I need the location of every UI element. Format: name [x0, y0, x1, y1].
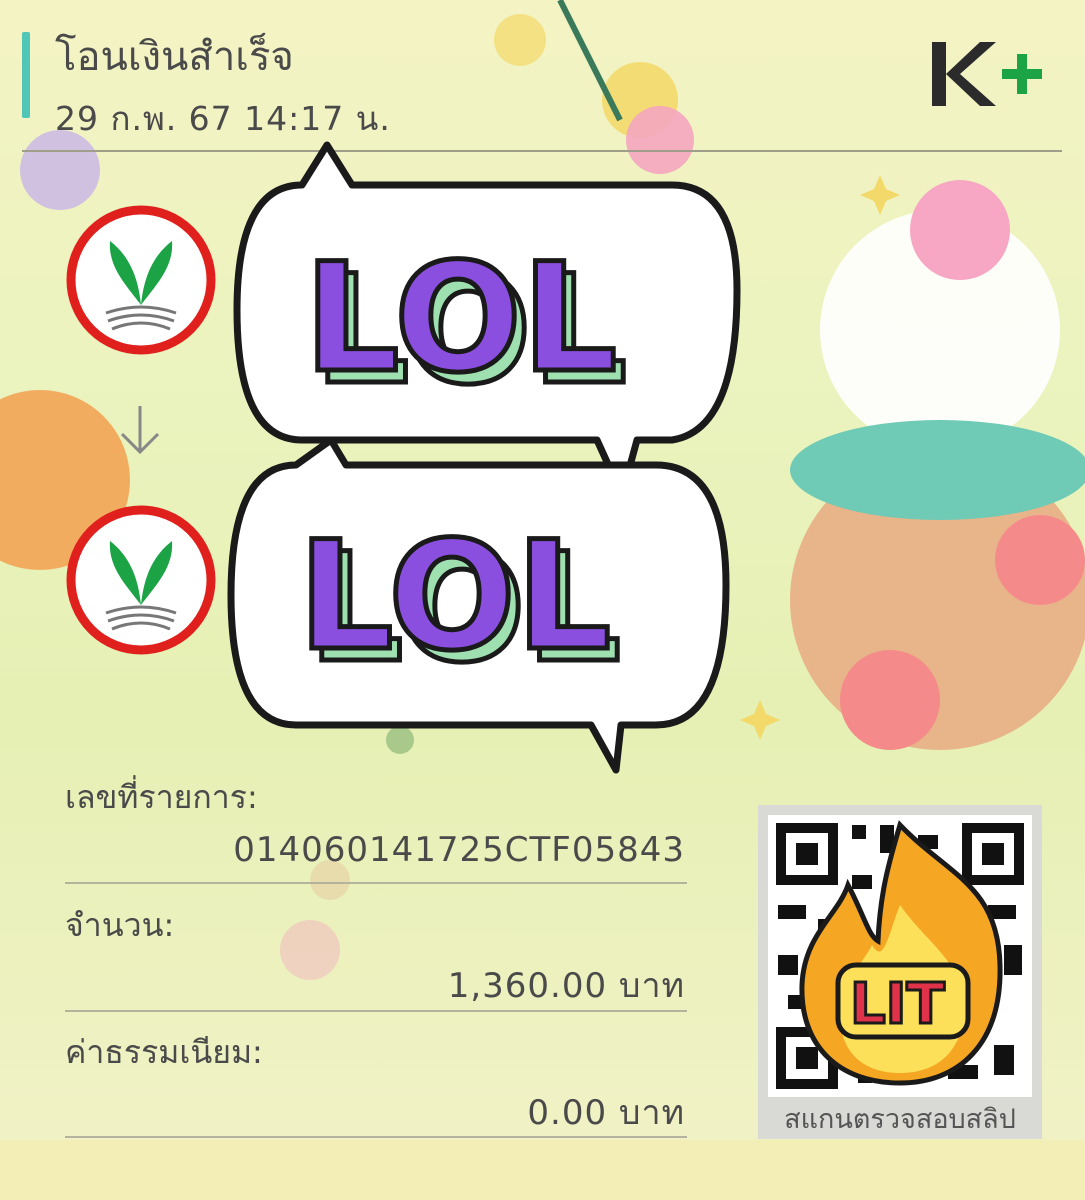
row-divider [65, 1010, 687, 1012]
reference-label: เลขที่รายการ: [65, 778, 258, 816]
qr-code-icon[interactable]: LIT [768, 815, 1032, 1097]
lol-text: LOL [304, 232, 617, 406]
page-title: โอนเงินสำเร็จ [55, 34, 294, 80]
lol-speech-bubble-sticker: LOL LOL [227, 436, 730, 774]
transaction-datetime: 29 ก.พ. 67 14:17 น. [55, 99, 391, 138]
amount-value: 1,360.00 บาท [447, 966, 685, 1006]
qr-panel[interactable]: LIT สแกนตรวจสอบสลิป [758, 805, 1042, 1139]
accent-bar [22, 32, 30, 118]
sender-bank-logo [66, 205, 216, 355]
row-divider [65, 1136, 687, 1138]
row-divider [65, 882, 687, 884]
lit-text: LIT [850, 972, 945, 1037]
reference-value: 014060141725CTF05843 [233, 830, 685, 870]
fee-value: 0.00 บาท [527, 1093, 685, 1133]
arrow-down-icon [120, 406, 160, 455]
fee-label: ค่าธรรมเนียม: [65, 1033, 263, 1071]
footer-bar [0, 1140, 1085, 1200]
receiver-bank-logo [66, 505, 216, 655]
qr-caption: สแกนตรวจสอบสลิป [784, 1104, 1016, 1135]
lol-text: LOL [298, 510, 611, 684]
amount-label: จำนวน: [65, 906, 175, 944]
kplus-logo [932, 42, 1042, 106]
